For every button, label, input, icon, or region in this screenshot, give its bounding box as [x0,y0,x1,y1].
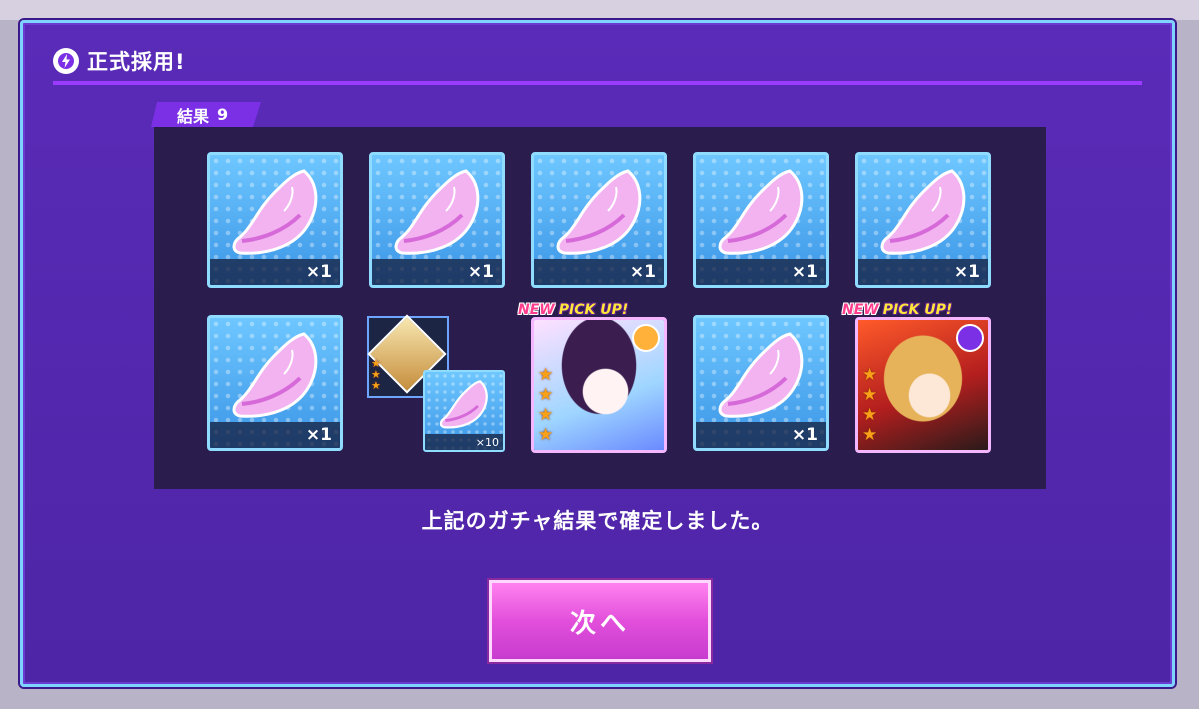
star-icon: ★ [862,365,878,385]
result-item-shell[interactable]: ×1 [693,315,829,451]
result-item-shell[interactable]: ×1 [369,152,505,288]
result-number: 9 [217,105,229,124]
rarity-stars: ★ ★ ★ [371,358,381,391]
dialog-title: 正式採用! [87,50,186,74]
item-count: ×1 [467,262,494,282]
item-count: ×10 [475,436,499,449]
star-icon: ★ [538,405,554,425]
star-icon: ★ [538,425,554,445]
shoe-icon [956,324,984,352]
result-message: 上記のガチャ結果で確定しました。 [421,509,774,533]
gacha-result-dialog: 正式採用! 結果 9 ×1 ×1 ×1 ×1 ×1 ×1 ★ ★ ★ ×10 N… [20,20,1175,687]
next-button[interactable]: 次へ [489,580,711,662]
sun-icon [632,324,660,352]
new-label: NEW [842,302,879,318]
pickup-character-card[interactable]: ★ ★ ★ ★ [531,317,667,453]
item-count: ×1 [305,262,332,282]
dialog-header: 正式採用! [53,45,186,77]
star-icon: ★ [538,385,554,405]
result-item-shell[interactable]: ×1 [207,152,343,288]
next-button-label: 次へ [569,608,630,639]
header-divider [53,81,1142,85]
result-item-shell[interactable]: ×1 [531,152,667,288]
result-item-shell[interactable]: ×1 [207,315,343,451]
pickup-label: PICK UP! [558,302,629,318]
item-count: ×1 [791,262,818,282]
star-icon: ★ [862,425,878,445]
background-stripe [0,0,1199,20]
result-label: 結果 [177,106,210,126]
lightning-icon [53,48,79,74]
star-icon: ★ [862,385,878,405]
rarity-stars: ★ ★ ★ ★ [538,366,553,444]
results-panel: ×1 ×1 ×1 ×1 ×1 ×1 ★ ★ ★ ×10 NEW PICK UP!… [154,127,1046,489]
result-item-shell[interactable]: ×1 [693,152,829,288]
pickup-label: PICK UP! [882,302,953,318]
new-label: NEW [518,302,555,318]
pickup-character-card[interactable]: ★ ★ ★ ★ [855,317,991,453]
star-icon: ★ [862,405,878,425]
rarity-stars: ★ ★ ★ ★ [862,366,877,444]
star-icon: ★ [538,365,554,385]
item-count: ×1 [791,425,818,445]
result-tab: 結果 9 [151,102,261,127]
result-item-shell[interactable]: ×1 [855,152,991,288]
converted-shell-item[interactable]: ×10 [423,370,505,452]
star-icon: ★ [371,379,381,392]
item-count: ×1 [953,262,980,282]
item-count: ×1 [305,425,332,445]
item-count: ×1 [629,262,656,282]
